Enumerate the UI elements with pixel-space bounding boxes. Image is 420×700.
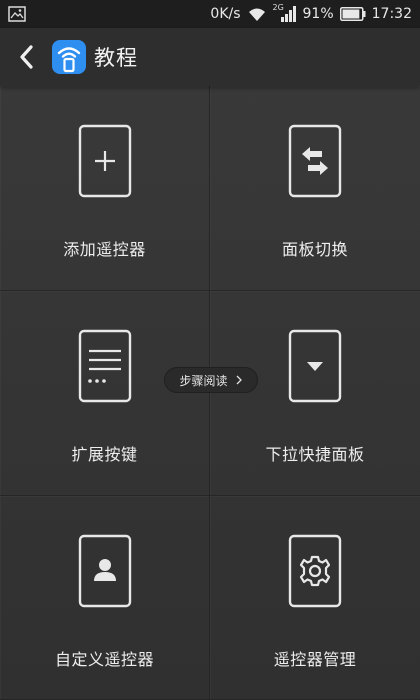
dropdown-panel-icon: [288, 329, 342, 403]
tile-label: 下拉快捷面板: [265, 445, 365, 464]
remote-app-logo-icon: [52, 40, 86, 74]
network-speed: 0K/s: [210, 6, 241, 22]
status-time: 17:32: [371, 6, 412, 22]
back-arrow-icon[interactable]: [16, 44, 38, 70]
tile-label: 添加遥控器: [63, 240, 146, 259]
switch-panel-icon: [288, 124, 342, 198]
title-bar: 教程: [0, 28, 420, 86]
tile-manage-remote[interactable]: 遥控器管理: [210, 496, 420, 700]
battery-percent: 91%: [302, 6, 334, 22]
battery-icon: [339, 7, 366, 21]
tile-custom-remote[interactable]: 自定义遥控器: [0, 496, 210, 700]
add-remote-icon: [78, 124, 131, 198]
wifi-icon: [248, 8, 265, 21]
status-left: [8, 6, 210, 22]
tutorial-grid: 添加遥控器 面板切换 扩展按键 下拉快捷面板 自定义遥控器 遥控器管理: [0, 86, 420, 700]
tile-label: 扩展按键: [71, 445, 138, 464]
network-type: 2G: [272, 3, 284, 12]
app-window: 0K/s 2G 91% 17:32 教程 添加遥控器 面板切换 扩展按键 下拉快…: [0, 0, 420, 700]
extend-keys-icon: [78, 329, 131, 403]
custom-remote-icon: [78, 534, 131, 608]
page-title: 教程: [94, 46, 138, 70]
tile-label: 遥控器管理: [273, 650, 357, 669]
signal-icon: 2G: [272, 3, 297, 23]
tile-add-remote[interactable]: 添加遥控器: [0, 86, 210, 291]
tile-label: 面板切换: [281, 240, 348, 259]
manage-remote-icon: [288, 534, 342, 608]
chevron-right-icon: [236, 375, 242, 385]
battery-fill: [342, 9, 359, 19]
tile-extend-keys[interactable]: 扩展按键: [0, 291, 210, 496]
tile-label: 自定义遥控器: [54, 650, 154, 669]
gallery-icon: [8, 6, 26, 22]
read-steps-label: 步骤阅读: [179, 373, 228, 388]
tile-switch-panel[interactable]: 面板切换: [210, 86, 420, 291]
read-steps-button[interactable]: 步骤阅读: [164, 367, 258, 393]
status-right: 0K/s 2G 91% 17:32: [210, 3, 412, 23]
tile-dropdown-panel[interactable]: 下拉快捷面板: [210, 291, 420, 496]
status-bar: 0K/s 2G 91% 17:32: [0, 0, 420, 28]
